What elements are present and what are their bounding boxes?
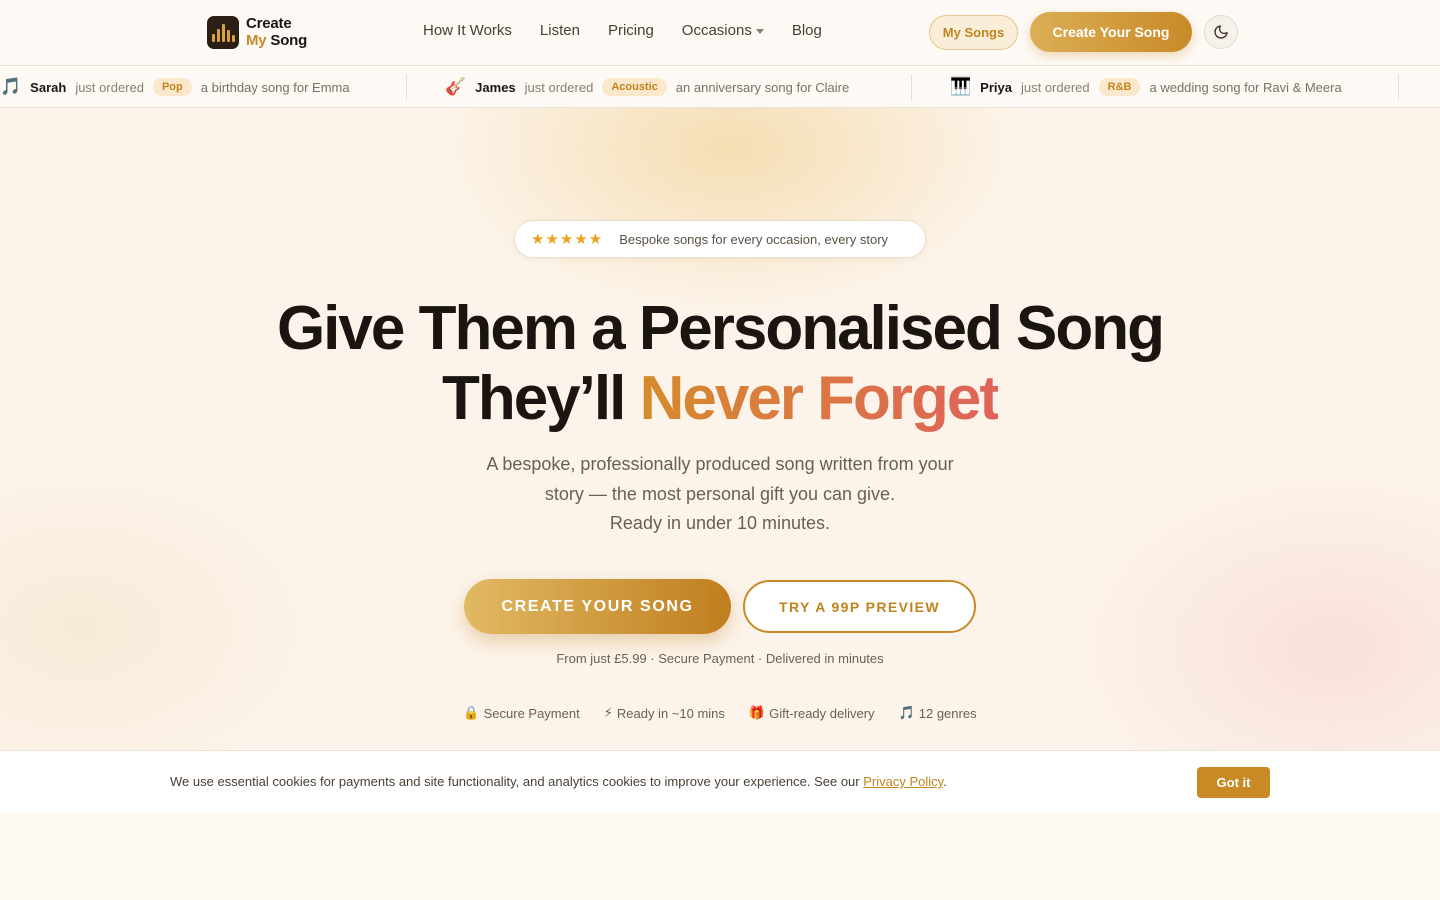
guitar-icon: 🎸 [445, 77, 467, 96]
lock-icon: 🔒 [463, 705, 480, 720]
privacy-policy-link[interactable]: Privacy Policy [863, 774, 943, 789]
nav-listen[interactable]: Listen [540, 22, 580, 39]
hero-create-song-button[interactable]: CREATE YOUR SONG [464, 579, 731, 634]
logo-line2-rest: Song [270, 32, 308, 49]
logo[interactable]: Create My Song [207, 15, 307, 49]
ticker-item: 🎵 Sarah just ordered Pop a birthday song… [0, 66, 350, 107]
hero-subtitle: A bespoke, professionally produced song … [486, 454, 954, 533]
ticker-name: James [475, 79, 516, 95]
my-songs-button[interactable]: My Songs [929, 15, 1018, 50]
ticker-genre-badge: Acoustic [602, 78, 667, 96]
gift-icon: 🎁 [748, 705, 766, 720]
ticker-verb: just ordered [75, 79, 144, 95]
create-your-song-button[interactable]: Create Your Song [1030, 12, 1192, 52]
cookie-accept-button[interactable]: Got it [1197, 767, 1270, 798]
ticker-description: a wedding song for Ravi & Meera [1149, 79, 1342, 95]
ticker-divider [406, 74, 407, 100]
music-note-icon: 🎵 [0, 77, 22, 96]
nav-blog[interactable]: Blog [792, 22, 822, 39]
ticker-genre-badge: R&B [1098, 78, 1141, 96]
pricing-fine-print: From just £5.99 · Secure Payment · Deliv… [556, 651, 884, 666]
theme-toggle-button[interactable] [1204, 15, 1238, 49]
ticker-verb: just ordered [524, 79, 594, 95]
hero-title-accent: Never Forget [639, 364, 1000, 433]
ticker-item: 🎸 James just ordered Acoustic an anniver… [445, 66, 850, 107]
badge-text: Bespoke songs for every occasion, every … [619, 231, 889, 247]
ticker-name: Sarah [30, 79, 67, 95]
ticker-name: Priya [980, 79, 1012, 95]
hero-section: ★★★★★ Bespoke songs for every occasion, … [0, 108, 1440, 750]
ticker-genre-badge: Pop [152, 78, 192, 96]
chevron-down-icon [755, 29, 764, 34]
hero-preview-button[interactable]: TRY A 99P PREVIEW [743, 580, 976, 633]
hero-title: Give Them a Personalised Song They’ll Ne… [0, 294, 1440, 434]
star-rating-icon: ★★★★★ [531, 231, 604, 248]
piano-icon: 🎹 [950, 77, 972, 96]
logo-line1: Create [246, 15, 292, 32]
trust-gift-delivery: 🎁 Gift-ready delivery [748, 705, 875, 721]
ticker-divider [911, 74, 912, 100]
recent-orders-ticker: 🎵 Sarah just ordered Pop a birthday song… [0, 66, 1440, 108]
logo-equalizer-icon [207, 15, 239, 49]
trust-genres: 🎵 12 genres [898, 705, 977, 721]
nav-pricing[interactable]: Pricing [608, 22, 654, 39]
lightning-icon: ⚡ [603, 705, 613, 720]
rating-badge: ★★★★★ Bespoke songs for every occasion, … [514, 220, 926, 258]
music-note-icon: 🎵 [898, 705, 915, 720]
ticker-description: an anniversary song for Claire [675, 79, 850, 95]
nav-occasions[interactable]: Occasions [682, 22, 764, 39]
ticker-item: 🎹 Priya just ordered R&B a wedding song … [950, 66, 1342, 107]
logo-text: Create My Song [246, 15, 307, 49]
cookie-text: We use essential cookies for payments an… [170, 774, 947, 789]
cookie-banner: We use essential cookies for payments an… [0, 750, 1440, 813]
ticker-description: a birthday song for Emma [200, 79, 350, 95]
hero-title-line2-plain: They’ll [441, 364, 626, 433]
site-header: Create My Song How It Works Listen Prici… [0, 0, 1440, 66]
logo-line2-accent: My [246, 32, 267, 49]
trust-ready-time: ⚡ Ready in ~10 mins [603, 705, 725, 721]
ticker-verb: just ordered [1020, 79, 1090, 95]
main-nav: How It Works Listen Pricing Occasions Bl… [423, 22, 822, 39]
nav-how-it-works[interactable]: How It Works [423, 22, 512, 39]
trust-badges: 🔒 Secure Payment ⚡ Ready in ~10 mins 🎁 Gift… [0, 705, 1440, 721]
hero-title-line1: Give Them a Personalised Song [276, 294, 1165, 363]
moon-icon [1214, 25, 1228, 39]
trust-secure-payment: 🔒 Secure Payment [463, 705, 580, 721]
ticker-divider [1398, 74, 1399, 100]
